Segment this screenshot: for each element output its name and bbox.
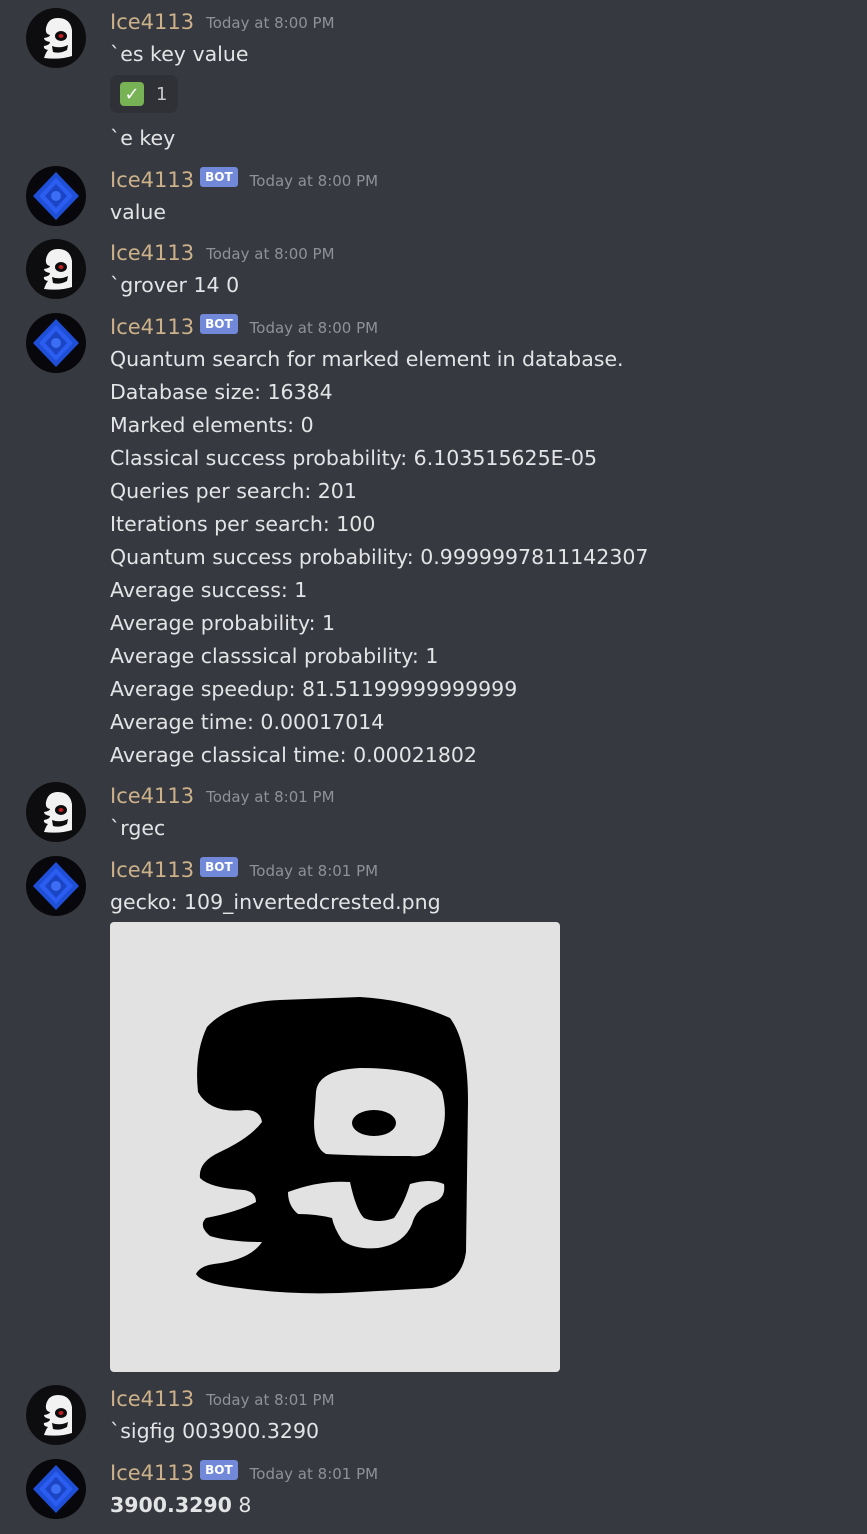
bot-avatar[interactable]: [26, 313, 86, 373]
reaction[interactable]: ✓ 1: [110, 75, 178, 113]
avatar-image: [43, 18, 72, 59]
avatar-image: [43, 249, 72, 290]
user-avatar[interactable]: [26, 782, 86, 842]
message-header: Ice4113 BOT Today at 8:00 PM: [110, 167, 379, 194]
reaction-count: 1: [156, 83, 168, 105]
avatar-image: [33, 862, 79, 910]
avatar-image: [43, 792, 72, 833]
message-text: `grover 14 0: [110, 273, 240, 297]
avatar-image: [33, 172, 79, 220]
bot-tag: BOT: [200, 1460, 238, 1480]
message-text: Average speedup: 81.51199999999999: [110, 677, 518, 701]
image-attachment[interactable]: [110, 922, 560, 1372]
message-header: Ice4113 BOT Today at 8:01 PM: [110, 857, 379, 884]
user-avatar[interactable]: [26, 239, 86, 299]
timestamp: Today at 8:00 PM: [249, 172, 379, 190]
message-header: Ice4113 Today at 8:01 PM: [110, 784, 335, 810]
bot-avatar[interactable]: [26, 856, 86, 916]
message-text: `rgec: [110, 816, 166, 840]
bot-avatar[interactable]: [26, 1459, 86, 1519]
username[interactable]: Ice4113: [110, 784, 194, 808]
message-header: Ice4113 Today at 8:00 PM: [110, 10, 335, 36]
message-text: value: [110, 200, 166, 224]
bot-avatar[interactable]: [26, 166, 86, 226]
username[interactable]: Ice4113: [110, 315, 194, 339]
timestamp: Today at 8:01 PM: [249, 1465, 379, 1483]
message-header: Ice4113 BOT Today at 8:00 PM: [110, 314, 379, 341]
message-text: Marked elements: 0: [110, 413, 314, 437]
message-text: `sigfig 003900.3290: [110, 1419, 320, 1443]
message-header: Ice4113 Today at 8:01 PM: [110, 1387, 335, 1413]
check-icon: ✓: [120, 82, 144, 106]
message-header: Ice4113 BOT Today at 8:01 PM: [110, 1460, 379, 1487]
message-text: `e key: [110, 126, 176, 150]
message-text: Queries per search: 201: [110, 479, 357, 503]
message-text: 3900.3290 8: [110, 1489, 251, 1522]
message-text: Average time: 0.00017014: [110, 710, 385, 734]
timestamp: Today at 8:00 PM: [206, 245, 335, 263]
avatar-image: [33, 319, 79, 367]
bot-tag: BOT: [200, 167, 238, 187]
message-text: Average probability: 1: [110, 611, 336, 635]
username[interactable]: Ice4113: [110, 1387, 194, 1411]
avatar-image: [43, 1395, 72, 1436]
message-text: Classical success probability: 6.1035156…: [110, 446, 598, 470]
username[interactable]: Ice4113: [110, 10, 194, 34]
user-avatar[interactable]: [26, 1385, 86, 1445]
message-text: Database size: 16384: [110, 380, 333, 404]
username[interactable]: Ice4113: [110, 168, 194, 192]
timestamp: Today at 8:01 PM: [206, 788, 335, 806]
message-text: `es key value: [110, 42, 249, 66]
username[interactable]: Ice4113: [110, 858, 194, 882]
message-text: Average classsical probability: 1: [110, 644, 439, 668]
result-value: 3900.3290: [110, 1493, 232, 1517]
timestamp: Today at 8:00 PM: [206, 14, 335, 32]
message-text: Average classical time: 0.00021802: [110, 743, 477, 767]
timestamp: Today at 8:00 PM: [249, 319, 379, 337]
username[interactable]: Ice4113: [110, 1461, 194, 1485]
message-text: gecko: 109_invertedcrested.png: [110, 890, 441, 914]
timestamp: Today at 8:01 PM: [249, 862, 379, 880]
message-text: Quantum success probability: 0.999999781…: [110, 545, 649, 569]
bot-tag: BOT: [200, 314, 238, 334]
message-text: Iterations per search: 100: [110, 512, 376, 536]
username[interactable]: Ice4113: [110, 241, 194, 265]
gecko-image: [196, 997, 468, 1294]
user-avatar[interactable]: [26, 8, 86, 68]
message-header: Ice4113 Today at 8:00 PM: [110, 241, 335, 267]
message-text: Quantum search for marked element in dat…: [110, 347, 624, 371]
message-text: Average success: 1: [110, 578, 308, 602]
bot-tag: BOT: [200, 857, 238, 877]
result-count: 8: [231, 1493, 252, 1517]
avatar-image: [33, 1465, 79, 1513]
timestamp: Today at 8:01 PM: [206, 1391, 335, 1409]
